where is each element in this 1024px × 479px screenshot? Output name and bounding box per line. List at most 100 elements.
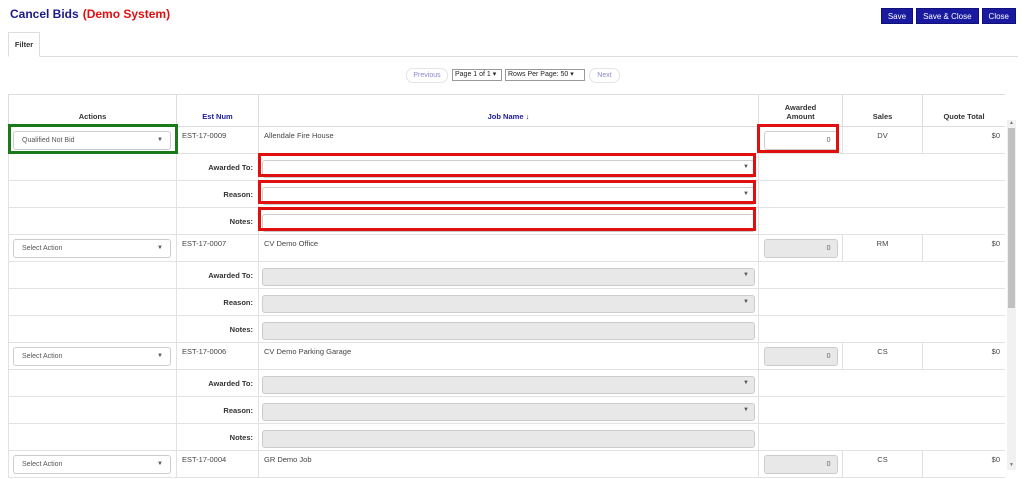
blank-cell — [758, 207, 1005, 235]
demo-system-tag: (Demo System) — [82, 7, 171, 21]
awarded-to-row: Awarded To: ▼ — [8, 261, 1005, 289]
chevron-down-icon: ▼ — [157, 460, 163, 467]
notes-cell — [258, 315, 759, 343]
table-scrollbar[interactable]: ▲ ▼ — [1007, 120, 1016, 470]
tab-filter[interactable]: Filter — [8, 32, 40, 57]
reason-cell: ▼ — [258, 288, 759, 316]
table-row: Select Action ▼ EST-17-0006 CV Demo Parki… — [8, 342, 1005, 370]
awarded-amount-input[interactable]: 0 — [763, 346, 838, 366]
blank-cell — [758, 369, 1005, 397]
awarded-amount-cell: 0 — [758, 342, 843, 370]
job-name-cell: CV Demo Parking Garage — [258, 342, 759, 370]
table-row: Select Action ▼ EST-17-0007 CV Demo Offic… — [8, 234, 1005, 262]
table-row: Select Action ▼ EST-17-0004 GR Demo Job 0… — [8, 450, 1005, 478]
blank-cell — [758, 261, 1005, 289]
blank-cell — [8, 423, 177, 451]
awarded-amount-cell: 0 — [758, 450, 843, 478]
highlight-action-select — [8, 124, 178, 154]
reason-select[interactable]: ▼ — [262, 402, 755, 421]
actions-cell: Select Action ▼ — [8, 450, 177, 478]
previous-button[interactable]: Previous — [406, 68, 448, 83]
quote-total-cell: $0 — [922, 342, 1005, 370]
action-select[interactable]: Select Action ▼ — [13, 346, 171, 366]
awarded-amount-input[interactable]: 0 — [763, 238, 838, 258]
awarded-to-select[interactable]: ▼ — [262, 375, 755, 394]
reason-label: Reason: — [176, 288, 259, 316]
save-button[interactable]: Save — [880, 8, 914, 24]
blank-cell — [758, 288, 1005, 316]
highlight-awarded-amount — [757, 124, 839, 153]
chevron-down-icon: ▼ — [743, 379, 749, 386]
chevron-down-icon: ▼ — [743, 271, 749, 278]
action-select[interactable]: Select Action ▼ — [13, 238, 171, 258]
action-select-value: Select Action — [22, 244, 63, 252]
sort-icon: ↓ — [525, 112, 530, 121]
awarded-to-cell: ▼ — [258, 369, 759, 397]
awarded-to-row: Awarded To: ▼ — [8, 369, 1005, 397]
blank-cell — [8, 261, 177, 289]
save-close-button[interactable]: Save & Close — [916, 8, 979, 24]
action-select-value: Select Action — [22, 460, 63, 468]
blank-cell — [8, 207, 177, 235]
notes-row: Notes: — [8, 423, 1005, 451]
table-header-row: Actions Est Num Job Name ↓ Awarded Amount… — [8, 94, 1005, 127]
col-header-job-name-text: Job Name — [487, 112, 524, 121]
job-name-cell: CV Demo Office — [258, 234, 759, 262]
notes-label: Notes: — [176, 315, 259, 343]
action-select[interactable]: Select Action ▼ — [13, 454, 171, 474]
close-button[interactable]: Close — [981, 8, 1016, 24]
blank-cell — [758, 153, 1005, 181]
blank-cell — [8, 288, 177, 316]
notes-cell — [258, 423, 759, 451]
awarded-to-select[interactable]: ▼ — [262, 267, 755, 286]
actions-cell: Select Action ▼ — [8, 342, 177, 370]
col-header-awarded-amount: Awarded Amount — [758, 94, 843, 127]
col-header-awarded-line2: Amount — [786, 112, 815, 121]
notes-input[interactable] — [262, 429, 755, 448]
reason-cell: ▼ — [258, 396, 759, 424]
next-button[interactable]: Next — [589, 68, 620, 83]
chevron-down-icon: ▼ — [157, 244, 163, 251]
awarded-amount-cell: 0 — [758, 234, 843, 262]
chevron-down-icon: ▼ — [743, 298, 749, 305]
notes-label: Notes: — [176, 207, 259, 235]
chevron-down-icon: ▾ — [570, 71, 574, 78]
chevron-down-icon: ▾ — [492, 71, 497, 78]
page-title: Cancel Bids (Demo System) — [10, 7, 170, 21]
notes-label: Notes: — [176, 423, 259, 451]
scroll-up-icon[interactable]: ▲ — [1007, 120, 1016, 128]
page-select-value: Page 1 of 1 — [455, 71, 491, 78]
pagination: Previous Page 1 of 1 ▾ Rows Per Page: 50… — [0, 68, 1024, 83]
sales-cell: DV — [842, 126, 923, 154]
col-header-est-num[interactable]: Est Num — [176, 94, 259, 127]
action-select-value: Select Action — [22, 352, 63, 360]
page-title-text: Cancel Bids — [10, 7, 79, 21]
est-num-cell: EST-17-0007 — [176, 234, 259, 262]
awarded-to-label: Awarded To: — [176, 153, 259, 181]
job-name-cell: GR Demo Job — [258, 450, 759, 478]
scrollbar-thumb[interactable] — [1008, 128, 1015, 308]
awarded-to-label: Awarded To: — [176, 261, 259, 289]
quote-total-cell: $0 — [922, 126, 1005, 154]
reason-select[interactable]: ▼ — [262, 294, 755, 313]
sales-cell: RM — [842, 234, 923, 262]
col-header-awarded-line1: Awarded — [784, 103, 817, 112]
toolbar: Save Save & Close Close — [880, 8, 1016, 24]
col-header-job-name[interactable]: Job Name ↓ — [258, 94, 759, 127]
awarded-amount-input[interactable]: 0 — [763, 454, 838, 474]
reason-label: Reason: — [176, 180, 259, 208]
blank-cell — [8, 315, 177, 343]
title-bar: Cancel Bids (Demo System) Save Save & Clo… — [0, 0, 1024, 30]
actions-cell: Select Action ▼ — [8, 234, 177, 262]
rows-per-page-select[interactable]: Rows Per Page: 50 ▾ — [505, 69, 585, 81]
notes-row: Notes: — [8, 315, 1005, 343]
notes-input[interactable] — [262, 321, 755, 340]
scroll-down-icon[interactable]: ▼ — [1007, 462, 1016, 470]
col-header-sales: Sales — [842, 94, 923, 127]
sales-cell: CS — [842, 450, 923, 478]
page-select[interactable]: Page 1 of 1 ▾ — [452, 69, 502, 81]
reason-label: Reason: — [176, 396, 259, 424]
highlight-reason — [258, 180, 756, 204]
est-num-cell: EST-17-0006 — [176, 342, 259, 370]
highlight-notes — [258, 207, 756, 231]
